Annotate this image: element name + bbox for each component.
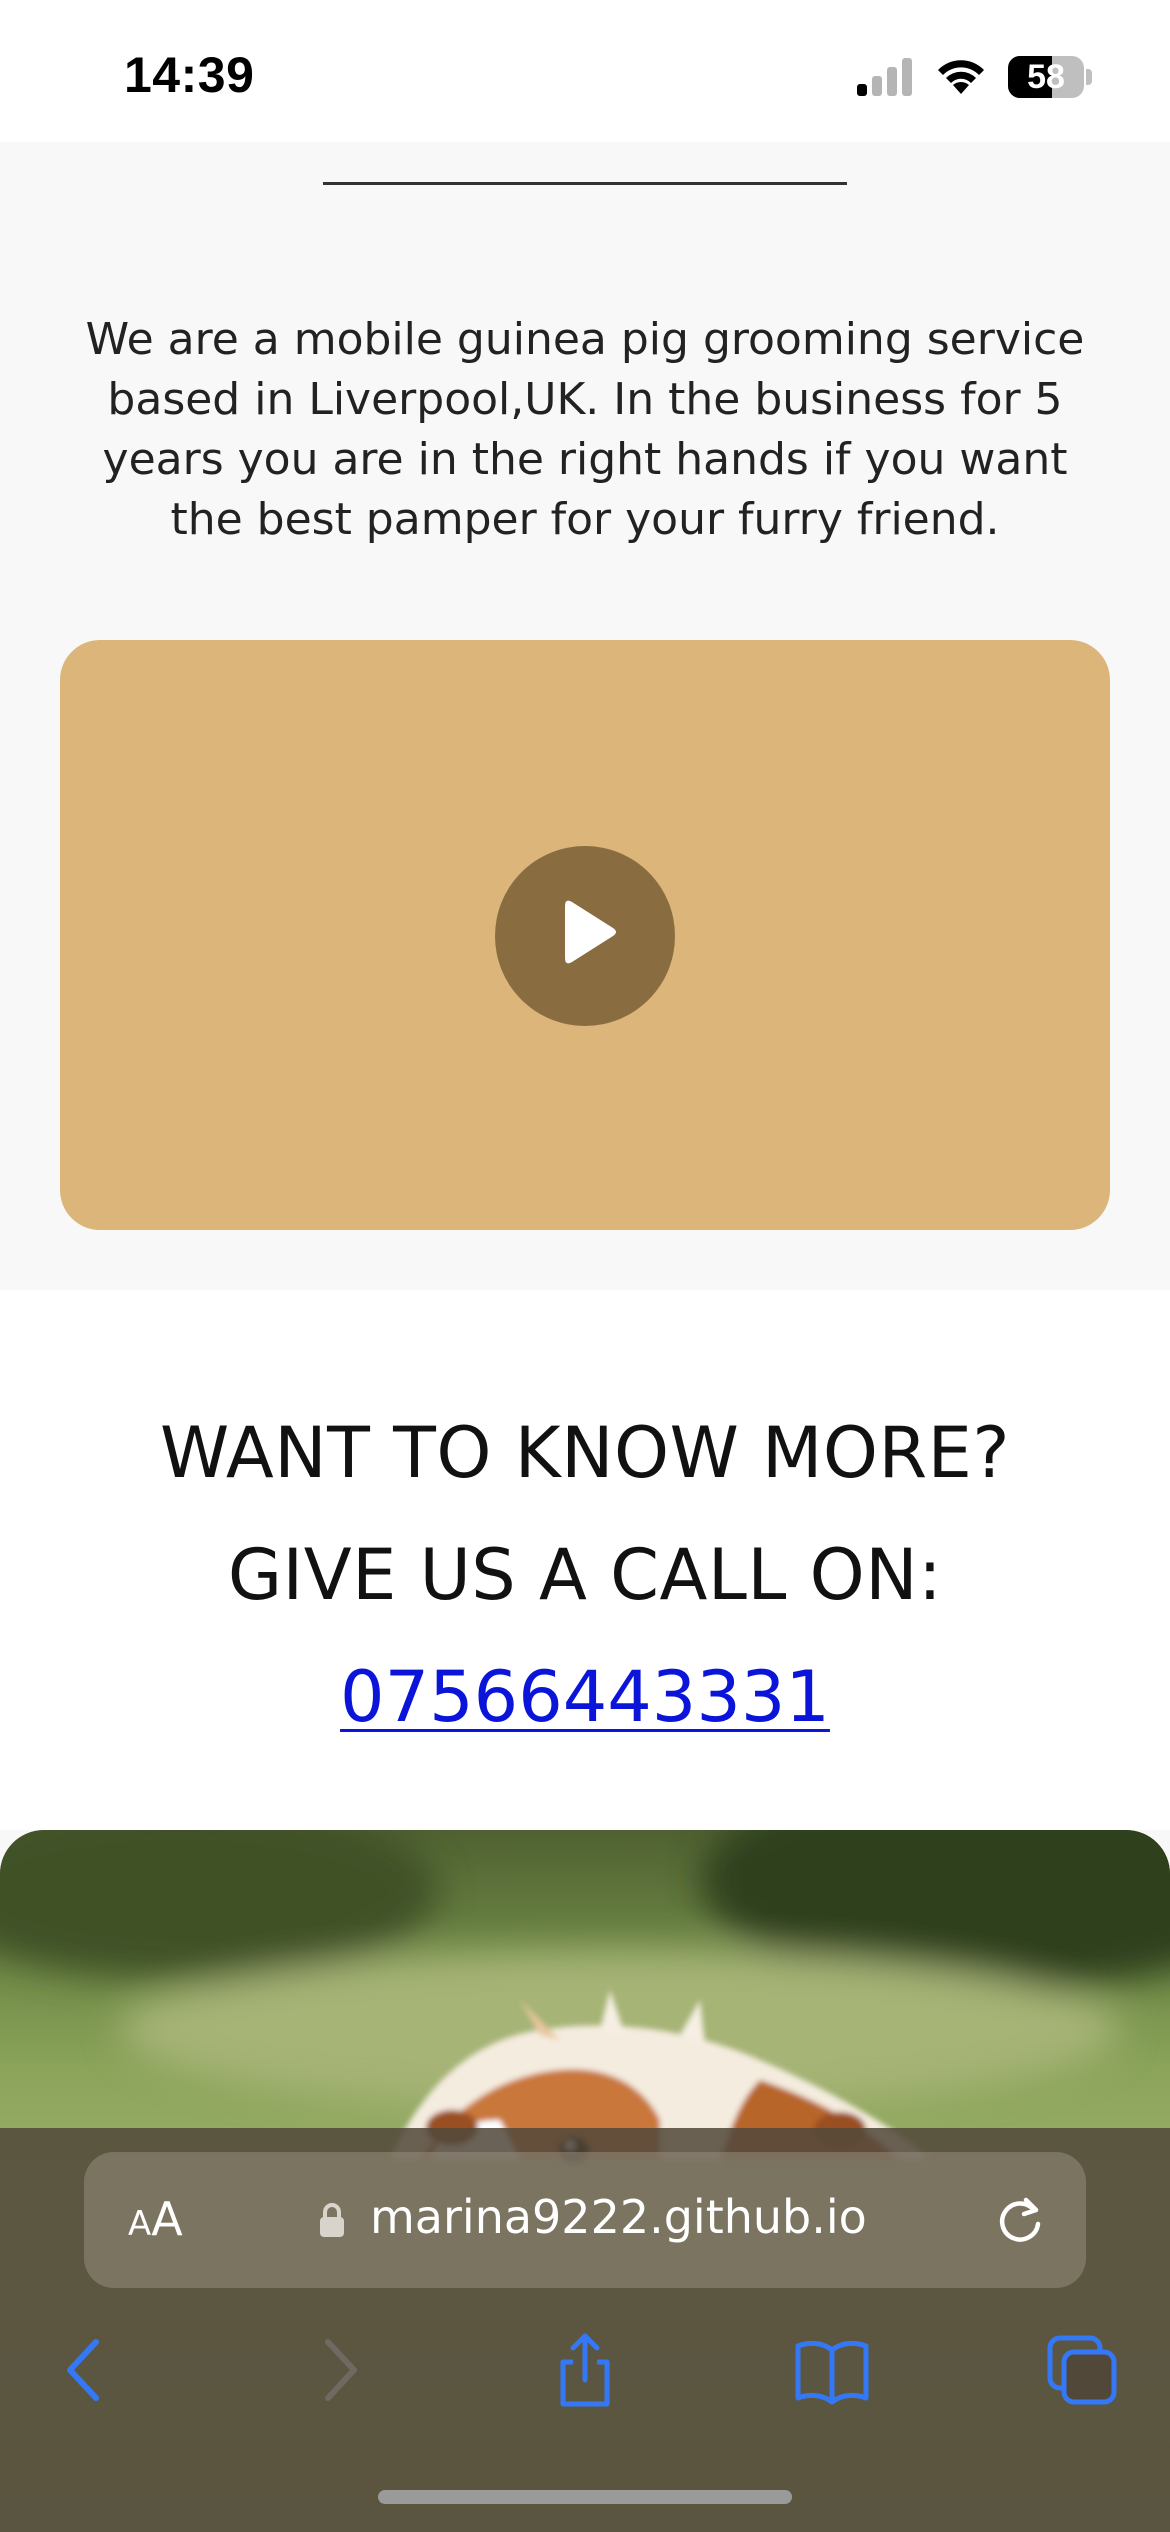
contact-heading: WANT TO KNOW MORE?	[159, 1412, 1011, 1494]
browser-toolbar: AA marina9222.github.io	[0, 2128, 1170, 2532]
home-indicator	[378, 2490, 792, 2504]
section-divider	[323, 182, 847, 185]
reload-icon[interactable]	[990, 2190, 1050, 2250]
share-icon[interactable]	[543, 2328, 627, 2412]
contact-section: WANT TO KNOW MORE? GIVE US A CALL ON: 07…	[0, 1290, 1170, 1830]
phone-number: 07566443331	[0, 1656, 1170, 1738]
about-section: We are a mobile guinea pig grooming serv…	[0, 142, 1170, 1290]
back-icon[interactable]	[44, 2328, 128, 2412]
play-button[interactable]	[495, 846, 675, 1026]
intro-text: We are a mobile guinea pig grooming serv…	[85, 314, 1085, 545]
reader-settings-button[interactable]: AA	[128, 2192, 183, 2246]
cellular-signal-icon	[857, 58, 912, 96]
wifi-icon	[938, 60, 984, 94]
play-icon	[565, 900, 616, 964]
tabs-icon[interactable]	[1040, 2328, 1124, 2412]
battery-level: 58	[1027, 58, 1065, 96]
lock-icon	[320, 2203, 344, 2237]
forward-icon[interactable]	[296, 2328, 380, 2412]
aa-big-label: A	[151, 2192, 183, 2246]
address-bar[interactable]: AA marina9222.github.io	[84, 2152, 1086, 2288]
phone-link[interactable]: 07566443331	[340, 1656, 830, 1738]
status-time: 14:39	[124, 47, 255, 103]
battery-icon: 58	[1008, 56, 1092, 98]
video-player[interactable]	[60, 640, 1110, 1230]
bookmarks-icon[interactable]	[790, 2328, 874, 2412]
contact-subheading: GIVE US A CALL ON:	[227, 1534, 943, 1616]
aa-small-label: A	[128, 2204, 152, 2244]
url-text[interactable]: marina9222.github.io	[370, 2190, 867, 2244]
status-bar: 14:39 58	[0, 0, 1170, 142]
